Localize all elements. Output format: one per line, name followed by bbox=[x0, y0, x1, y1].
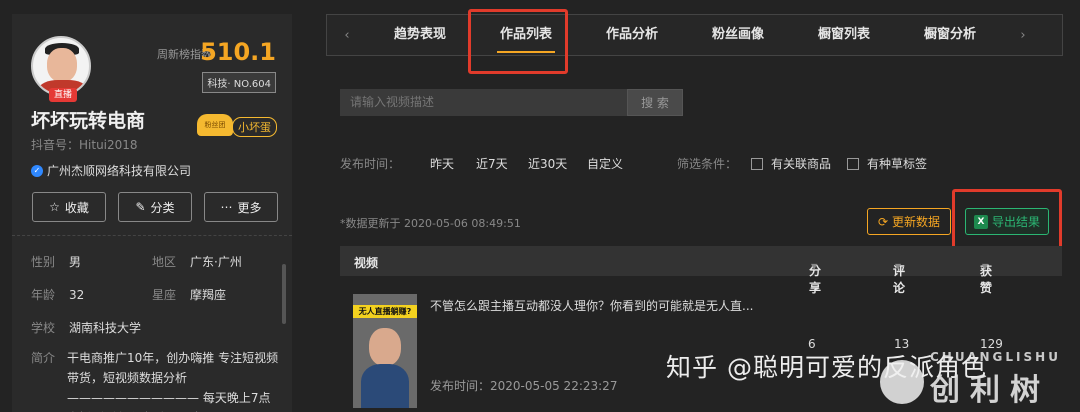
page: 直播 周新榜指数 510.1 科技· NO.604 坏坏玩转电商 抖音号：Hit… bbox=[0, 0, 1080, 412]
star-icon: ☆ bbox=[49, 200, 60, 214]
condition-filter-label: 筛选条件： bbox=[677, 157, 738, 171]
account-name: 坏坏玩转电商 bbox=[31, 110, 146, 132]
update-time: *数据更新于 2020-05-06 08:49:51 bbox=[340, 217, 521, 230]
search-button[interactable]: 搜 索 bbox=[627, 89, 683, 116]
divider bbox=[12, 235, 292, 236]
sort-icon[interactable]: ▼ bbox=[895, 262, 901, 271]
thumbnail-caption: 无人直播躺赚? bbox=[353, 305, 417, 318]
index-value: 510.1 bbox=[200, 38, 276, 66]
live-badge: 直播 bbox=[49, 88, 77, 102]
time-option-yesterday[interactable]: 昨天 bbox=[430, 155, 454, 172]
tab-showcase-list[interactable]: 橱窗列表 bbox=[791, 14, 897, 56]
col-video: 视频 bbox=[354, 256, 379, 270]
time-option-7d[interactable]: 近7天 bbox=[476, 155, 508, 172]
more-button[interactable]: ⋯ 更多 bbox=[204, 192, 278, 222]
fan-club-tag: 粉丝团 bbox=[197, 114, 233, 136]
search-bar: 搜 索 bbox=[340, 89, 683, 116]
video-date: 发布时间：2020-05-05 22:23:27 bbox=[430, 379, 618, 393]
logo-english: CHUANGLISHU bbox=[930, 350, 1061, 364]
favorite-button[interactable]: ☆ 收藏 bbox=[32, 192, 106, 222]
age-row: 年龄 32 bbox=[31, 288, 85, 302]
pencil-icon: ✎ bbox=[135, 200, 146, 214]
intro-row: 简介 干电商推广10年，创办嗨推 专注短视频带货，短视频数据分析 ———————… bbox=[31, 351, 279, 412]
sort-icon[interactable]: ▼ bbox=[811, 262, 817, 271]
highlight-box-tab bbox=[468, 9, 568, 74]
tab-showcase-analysis[interactable]: 橱窗分析 bbox=[897, 14, 1003, 56]
school-row: 学校 湖南科技大学 bbox=[31, 321, 142, 335]
douyin-id: 抖音号：Hitui2018 bbox=[31, 138, 138, 152]
checkbox-icon[interactable] bbox=[847, 158, 859, 170]
avatar[interactable] bbox=[31, 36, 91, 96]
scrollbar[interactable] bbox=[282, 264, 286, 324]
condition-linked-goods[interactable]: 有关联商品 bbox=[751, 155, 831, 172]
more-icon: ⋯ bbox=[220, 200, 233, 214]
tab-next-icon[interactable]: › bbox=[1003, 28, 1043, 43]
category-button[interactable]: ✎ 分类 bbox=[118, 192, 192, 222]
rank-badge: 科技· NO.604 bbox=[202, 72, 276, 93]
zodiac-row: 星座 摩羯座 bbox=[152, 288, 227, 302]
refresh-button[interactable]: ⟳ 更新数据 bbox=[867, 208, 951, 235]
condition-recommend-tag[interactable]: 有种草标签 bbox=[847, 155, 927, 172]
time-option-30d[interactable]: 近30天 bbox=[528, 155, 567, 172]
tab-prev-icon[interactable]: ‹ bbox=[327, 28, 367, 43]
logo-chinese: 创利树 bbox=[930, 373, 1050, 408]
tab-fans-profile[interactable]: 粉丝画像 bbox=[685, 14, 791, 56]
company: ✓ 广州杰顺网络科技有限公司 bbox=[31, 162, 191, 179]
tab-trend[interactable]: 趋势表现 bbox=[367, 14, 473, 56]
search-input[interactable] bbox=[340, 89, 627, 116]
refresh-icon: ⟳ bbox=[877, 214, 889, 229]
verified-icon: ✓ bbox=[31, 164, 43, 177]
logo-icon bbox=[880, 360, 924, 404]
fan-club-name: 小坏蛋 bbox=[232, 117, 277, 137]
tab-works-analysis[interactable]: 作品分析 bbox=[579, 14, 685, 56]
checkbox-icon[interactable] bbox=[751, 158, 763, 170]
profile-actions: ☆ 收藏 ✎ 分类 ⋯ 更多 bbox=[32, 192, 278, 222]
tab-bar: ‹ 趋势表现 作品列表 作品分析 粉丝画像 橱窗列表 橱窗分析 › bbox=[326, 14, 1063, 56]
video-title[interactable]: 不管怎么跟主播互动都没人理你？你看到的可能就是无人直... bbox=[430, 297, 753, 314]
gender-row: 性别男 bbox=[31, 255, 82, 269]
table-header: 视频 分享 ▼ 评论 ▼ 获赞 ▼ bbox=[340, 246, 1062, 295]
company-name: 广州杰顺网络科技有限公司 bbox=[47, 164, 192, 178]
region-row: 地区 广东·广州 bbox=[152, 255, 242, 269]
time-filter-label: 发布时间： bbox=[340, 157, 401, 171]
sort-icon[interactable]: ▼ bbox=[982, 262, 988, 271]
video-thumbnail[interactable]: 无人直播躺赚? bbox=[353, 294, 417, 408]
time-option-custom[interactable]: 自定义 bbox=[587, 155, 623, 172]
